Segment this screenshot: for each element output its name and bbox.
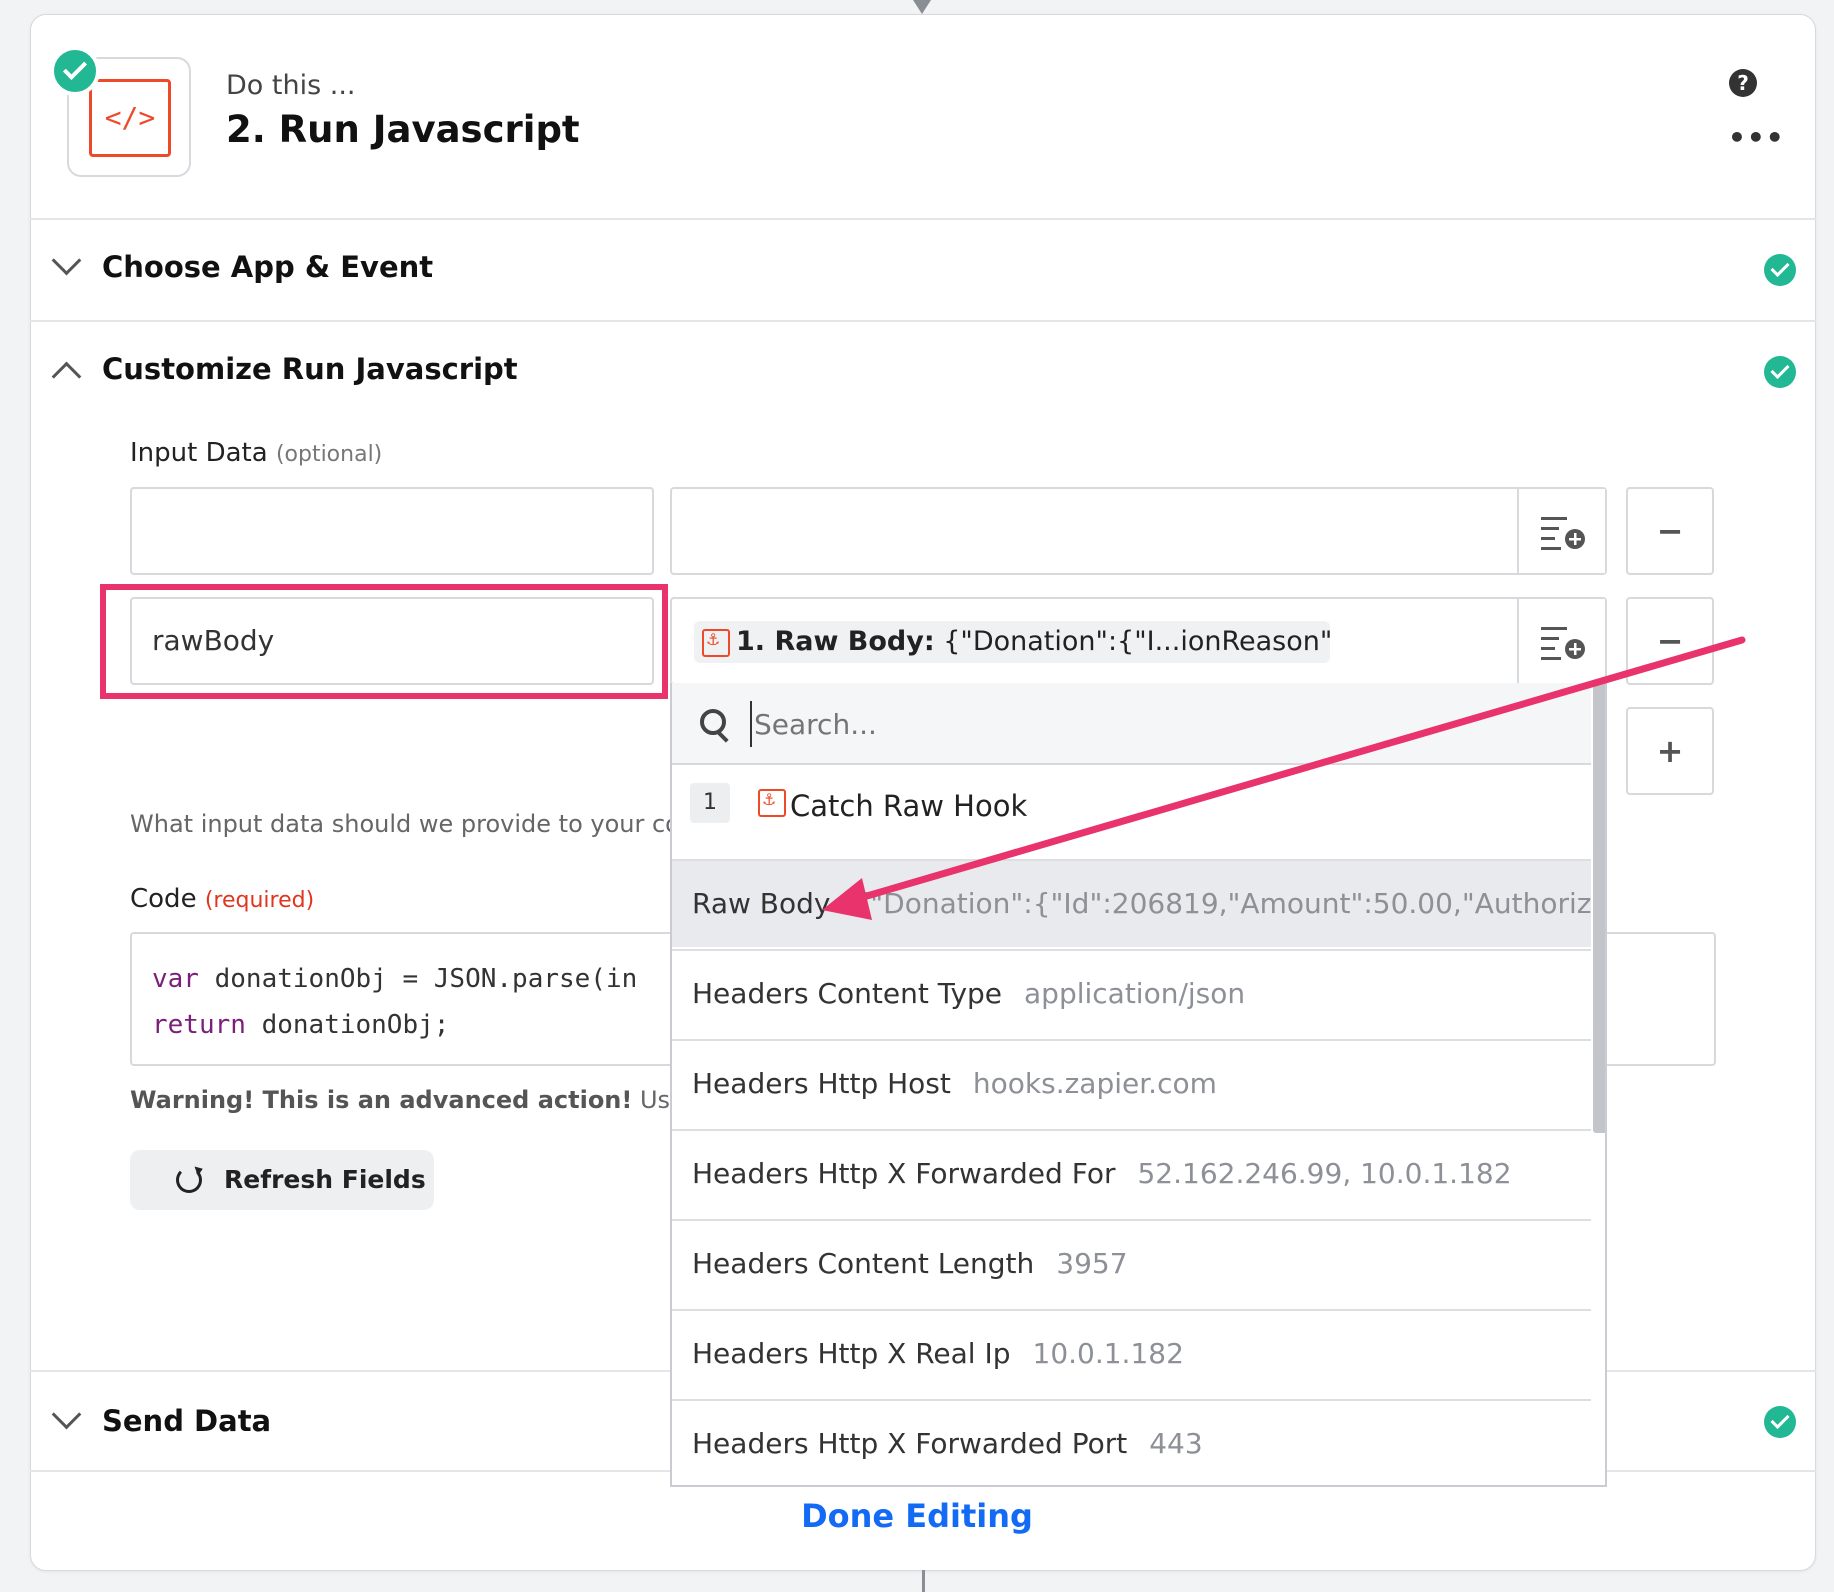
item-value: application/json — [1024, 977, 1246, 1010]
refresh-fields-label: Refresh Fields — [224, 1165, 426, 1194]
pill-label: 1. Raw Body: — [736, 626, 935, 657]
webhook-icon — [758, 788, 786, 817]
section-title: Customize Run Javascript — [102, 352, 518, 386]
item-key: Headers Content Type — [692, 977, 1003, 1010]
code-icon: </> — [89, 79, 171, 157]
insert-data-button[interactable] — [1517, 599, 1605, 683]
divider — [30, 218, 1816, 220]
refresh-icon — [176, 1167, 202, 1193]
dropdown-search-bar — [672, 683, 1591, 765]
dropdown-item-raw-body[interactable]: Raw Body {"Donation":{"Id":206819,"Amount… — [672, 859, 1591, 947]
section-complete-check-icon — [1764, 1406, 1796, 1438]
step-subtitle: Do this ... — [226, 70, 356, 101]
connector-arrow-icon — [913, 0, 931, 14]
item-key: Headers Http X Forwarded Port — [692, 1427, 1128, 1460]
step-complete-check-icon — [50, 46, 100, 96]
item-key: Headers Http Host — [692, 1067, 951, 1100]
dropdown-item[interactable]: Headers Content Length 3957 — [672, 1219, 1591, 1307]
item-value: {"Donation":{"Id":206819,"Amount":50.00,… — [852, 887, 1591, 920]
code-label-text: Code — [130, 884, 197, 914]
dropdown-scrollbar[interactable] — [1593, 683, 1605, 1133]
dropdown-item[interactable]: Headers Http X Forwarded For 52.162.246.9… — [672, 1129, 1591, 1217]
item-value: 10.0.1.182 — [1032, 1337, 1184, 1370]
input-data-label: Input Data (optional) — [130, 438, 382, 468]
connector-line — [922, 1570, 925, 1592]
input-value-field-1[interactable] — [670, 487, 1607, 575]
list-plus-icon — [1541, 517, 1585, 550]
code-keyword: return — [152, 1010, 246, 1040]
item-value: 3957 — [1056, 1247, 1128, 1280]
step-title: 2. Run Javascript — [226, 108, 580, 151]
item-value: 52.162.246.99, 10.0.1.182 — [1137, 1157, 1512, 1190]
warning-bold: Warning! This is an advanced action! — [130, 1086, 633, 1114]
item-key: Raw Body — [692, 887, 831, 920]
code-line-1: var donationObj = JSON.parse(in — [152, 964, 637, 994]
help-icon[interactable]: ? — [1729, 69, 1757, 97]
more-options-icon[interactable]: ••• — [1728, 124, 1785, 152]
code-text: donationObj = JSON.parse(in — [198, 964, 638, 994]
dropdown-item[interactable]: Headers Http Host hooks.zapier.com — [672, 1039, 1591, 1127]
section-title: Choose App & Event — [102, 250, 434, 284]
optional-tag: (optional) — [275, 442, 383, 467]
section-title: Send Data — [102, 1404, 272, 1438]
section-complete-check-icon — [1764, 356, 1796, 388]
group-label: Catch Raw Hook — [790, 789, 1028, 823]
input-key-field-2[interactable]: rawBody — [130, 597, 654, 685]
item-key: Headers Http X Real Ip — [692, 1337, 1011, 1370]
code-keyword: var — [152, 964, 199, 994]
data-picker-dropdown: 1 Catch Raw Hook Raw Body {"Donation":{"I… — [670, 683, 1607, 1487]
pill-value: {"Donation":{"I...ionReason":n... — [943, 626, 1330, 657]
item-key: Headers Content Length — [692, 1247, 1035, 1280]
code-line-2: return donationObj; — [152, 1010, 449, 1040]
dropdown-item[interactable]: Headers Content Type application/json — [672, 949, 1591, 1037]
section-complete-check-icon — [1764, 254, 1796, 286]
input-key-field-1[interactable] — [130, 487, 654, 575]
code-label: Code (required) — [130, 884, 314, 914]
mapped-field-pill[interactable]: 1. Raw Body: {"Donation":{"I...ionReason… — [694, 621, 1330, 663]
add-row-button[interactable]: + — [1626, 707, 1714, 795]
insert-data-button[interactable] — [1517, 489, 1605, 573]
divider — [30, 320, 1816, 322]
search-input[interactable] — [750, 701, 1556, 747]
webhook-icon — [702, 628, 730, 657]
search-icon — [700, 709, 726, 735]
dropdown-group-header[interactable]: 1 Catch Raw Hook — [672, 765, 1591, 859]
item-value: 443 — [1149, 1427, 1203, 1460]
dropdown-item[interactable]: Headers Http X Real Ip 10.0.1.182 — [672, 1309, 1591, 1397]
warning-text: Warning! This is an advanced action! Use… — [130, 1086, 751, 1114]
input-data-help-text: What input data should we provide to you… — [130, 810, 710, 838]
done-editing-link[interactable]: Done Editing — [0, 1497, 1834, 1535]
dropdown-item[interactable]: Headers Http X Forwarded Port 443 — [672, 1399, 1591, 1485]
refresh-fields-button[interactable]: Refresh Fields — [130, 1150, 434, 1210]
input-data-label-text: Input Data — [130, 438, 268, 468]
remove-row-button[interactable]: − — [1626, 597, 1714, 685]
list-plus-icon — [1541, 627, 1585, 660]
item-key: Headers Http X Forwarded For — [692, 1157, 1116, 1190]
input-key-value: rawBody — [152, 624, 275, 657]
item-value: hooks.zapier.com — [972, 1067, 1217, 1100]
input-value-field-2[interactable]: 1. Raw Body: {"Donation":{"I...ionReason… — [670, 597, 1607, 685]
step-number-badge: 1 — [690, 783, 730, 823]
required-tag: (required) — [204, 888, 315, 913]
remove-row-button[interactable]: − — [1626, 487, 1714, 575]
code-text: donationObj; — [245, 1010, 450, 1040]
